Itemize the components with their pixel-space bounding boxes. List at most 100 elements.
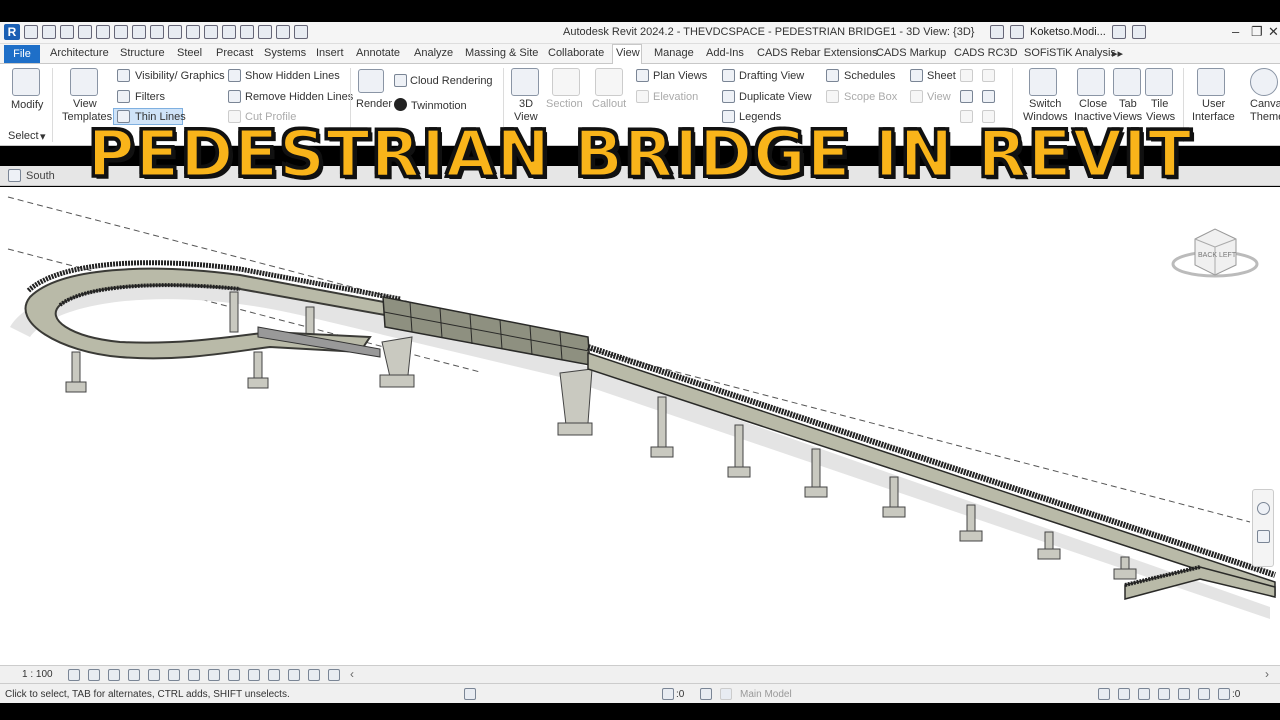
show-hidden-lines-button[interactable]: Show Hidden Lines <box>245 70 340 82</box>
twinmotion-button[interactable]: Twinmotion <box>411 100 467 112</box>
tab-collaborate[interactable]: Collaborate <box>548 47 604 59</box>
close-hidden-windows-icon[interactable] <box>276 25 290 39</box>
drag-elements-icon[interactable] <box>1178 688 1190 700</box>
viewcube-left-label[interactable]: LEFT <box>1219 252 1237 259</box>
tab-view[interactable]: View <box>616 47 640 59</box>
section-icon[interactable] <box>552 68 580 96</box>
tab-views-label-1[interactable]: Tab <box>1119 98 1137 110</box>
tab-systems[interactable]: Systems <box>264 47 306 59</box>
tab-manage[interactable]: Manage <box>654 47 694 59</box>
canvas-theme-icon[interactable] <box>1250 68 1278 96</box>
undo-icon[interactable] <box>96 25 110 39</box>
drafting-view-button[interactable]: Drafting View <box>739 70 804 82</box>
temporary-view-properties-icon[interactable] <box>248 669 260 681</box>
home-icon[interactable] <box>24 25 38 39</box>
cloud-rendering-button[interactable]: Cloud Rendering <box>410 75 493 87</box>
tab-file[interactable]: File <box>4 45 40 63</box>
tab-annotate[interactable]: Annotate <box>356 47 400 59</box>
analytical-model-icon[interactable] <box>268 669 280 681</box>
detail-level-icon[interactable] <box>68 669 80 681</box>
view-3d-label-1[interactable]: 3D <box>519 98 533 110</box>
restore-icon[interactable]: ❐ <box>1251 24 1263 40</box>
filter-icon[interactable] <box>1218 688 1230 700</box>
worksharing-display-icon[interactable] <box>328 669 340 681</box>
revisions-icon[interactable] <box>982 69 995 82</box>
reveal-constraints-icon[interactable] <box>308 669 320 681</box>
plan-views-icon[interactable] <box>636 69 649 82</box>
thin-lines-icon[interactable] <box>258 25 272 39</box>
user-interface-icon[interactable] <box>1197 68 1225 96</box>
redo-icon[interactable] <box>114 25 128 39</box>
measure-icon[interactable] <box>150 25 164 39</box>
view-placement-icon[interactable] <box>910 90 923 103</box>
sun-path-icon[interactable] <box>108 669 120 681</box>
tab-add-ins[interactable]: Add-Ins <box>706 47 744 59</box>
tile-views-label-1[interactable]: Tile <box>1151 98 1168 110</box>
user-interface-label-1[interactable]: User <box>1202 98 1225 110</box>
drafting-view-icon[interactable] <box>722 69 735 82</box>
view-templates-label-1[interactable]: View <box>73 98 97 110</box>
default-3d-view-icon[interactable] <box>222 25 236 39</box>
tab-insert[interactable]: Insert <box>316 47 344 59</box>
worksets-icon[interactable] <box>464 688 476 700</box>
cloud-rendering-icon[interactable] <box>394 74 407 87</box>
switch-windows-icon[interactable] <box>1029 68 1057 96</box>
scope-box-button[interactable]: Scope Box <box>844 91 897 103</box>
steering-wheel-icon[interactable] <box>1257 502 1270 515</box>
aligned-dimension-icon[interactable] <box>168 25 182 39</box>
tab-precast[interactable]: Precast <box>216 47 253 59</box>
tab-cads-markup[interactable]: CADS Markup <box>876 47 946 59</box>
close-inactive-label-1[interactable]: Close <box>1079 98 1107 110</box>
visibility-graphics-icon[interactable] <box>117 69 130 82</box>
tab-cads-rebar[interactable]: CADS Rebar Extensions <box>757 47 877 59</box>
view-templates-icon[interactable] <box>70 68 98 96</box>
modify-cursor-icon[interactable] <box>12 68 40 96</box>
design-options-icon[interactable] <box>700 688 712 700</box>
tab-architecture[interactable]: Architecture <box>50 47 109 59</box>
crop-view-icon[interactable] <box>148 669 160 681</box>
revit-logo[interactable]: R <box>4 24 20 40</box>
sync-icon[interactable] <box>78 25 92 39</box>
remove-hidden-lines-icon[interactable] <box>228 90 241 103</box>
twinmotion-icon[interactable] <box>394 98 407 111</box>
callout-icon[interactable] <box>595 68 623 96</box>
select-underlay-icon[interactable] <box>1118 688 1130 700</box>
tab-massing-site[interactable]: Massing & Site <box>465 47 538 59</box>
visual-style-icon[interactable] <box>88 669 100 681</box>
design-options-dim-icon[interactable] <box>720 688 732 700</box>
background-processes-icon[interactable] <box>1198 688 1210 700</box>
temporary-hide-icon[interactable] <box>208 669 220 681</box>
user-icon[interactable] <box>1010 25 1024 39</box>
open-icon[interactable] <box>42 25 56 39</box>
reveal-hidden-icon[interactable] <box>228 669 240 681</box>
sheet-icon[interactable] <box>910 69 923 82</box>
visibility-graphics-button[interactable]: Visibility/ Graphics <box>135 70 225 82</box>
filters-icon[interactable] <box>117 90 130 103</box>
section-icon[interactable] <box>240 25 254 39</box>
duplicate-view-icon[interactable] <box>722 90 735 103</box>
guide-grid-icon[interactable] <box>960 90 973 103</box>
viewcube[interactable]: BACK LEFT <box>1171 228 1259 278</box>
scope-box-icon[interactable] <box>826 90 839 103</box>
close-icon[interactable]: ✕ <box>1268 24 1279 40</box>
sheet-button[interactable]: Sheet <box>927 70 956 82</box>
unlocked-3d-view-icon[interactable] <box>188 669 200 681</box>
title-block-icon[interactable] <box>960 69 973 82</box>
matchline-icon[interactable] <box>982 90 995 103</box>
minimize-icon[interactable]: – <box>1232 24 1239 39</box>
tab-sofistik[interactable]: SOFiSTiK Analysis <box>1024 47 1116 59</box>
user-name[interactable]: Koketso.Modi... <box>1030 26 1106 38</box>
filters-button[interactable]: Filters <box>135 91 165 103</box>
switch-windows-label-1[interactable]: Switch <box>1029 98 1061 110</box>
schedules-icon[interactable] <box>826 69 839 82</box>
text-icon[interactable] <box>204 25 218 39</box>
more-tabs-icon[interactable]: ▸▸ <box>1112 47 1123 60</box>
close-inactive-icon[interactable] <box>1077 68 1105 96</box>
select-pinned-icon[interactable] <box>1138 688 1150 700</box>
editable-elements-icon[interactable] <box>662 688 674 700</box>
schedules-button[interactable]: Schedules <box>844 70 895 82</box>
tab-structure[interactable]: Structure <box>120 47 165 59</box>
zoom-icon[interactable] <box>1257 530 1270 543</box>
canvas-theme-label-1[interactable]: Canvas <box>1250 98 1280 110</box>
elevation-button[interactable]: Elevation <box>653 91 698 103</box>
